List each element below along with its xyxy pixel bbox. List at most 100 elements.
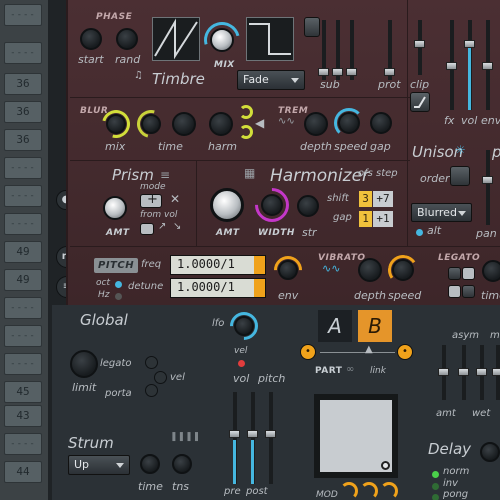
- wave-menu-button[interactable]: [304, 17, 320, 37]
- prism-amt-knob[interactable]: [103, 196, 127, 220]
- harmonizer-amt-knob[interactable]: [210, 188, 244, 222]
- freq-display[interactable]: 1.0000/1: [170, 255, 266, 275]
- vel-led[interactable]: [238, 360, 245, 367]
- prism-mode-add-button[interactable]: +: [140, 192, 162, 208]
- harmonizer-width-knob[interactable]: [261, 194, 283, 216]
- pan-fader[interactable]: [482, 176, 493, 184]
- waveform-b-display[interactable]: [246, 17, 294, 61]
- gap-ofs-value[interactable]: 1: [359, 211, 372, 227]
- trem-speed-knob[interactable]: [338, 112, 360, 134]
- delay-knob[interactable]: [480, 442, 500, 462]
- strip-cell[interactable]: ----: [4, 213, 42, 235]
- legato-mode-button-2[interactable]: [462, 267, 475, 280]
- legato-mode-button-3[interactable]: [448, 285, 461, 298]
- delay-inv-led[interactable]: [432, 483, 439, 490]
- timbre-mode-select[interactable]: Fade: [237, 70, 305, 90]
- strip-cell[interactable]: 43: [4, 405, 42, 427]
- hz-led[interactable]: [115, 293, 122, 300]
- shift-step-value[interactable]: +7: [373, 191, 393, 207]
- pitch-header[interactable]: PITCH: [94, 258, 139, 273]
- shift-ofs-value[interactable]: 3: [359, 191, 372, 207]
- vibrato-speed-knob[interactable]: [392, 259, 414, 281]
- strip-cell[interactable]: ----: [4, 4, 42, 26]
- waveform-a-display[interactable]: [152, 17, 200, 61]
- strip-cell[interactable]: 36: [4, 101, 42, 123]
- mod-knob-3[interactable]: [380, 482, 398, 500]
- phase-start-knob[interactable]: [80, 28, 102, 50]
- alt-led[interactable]: [416, 229, 423, 236]
- strum-time-knob[interactable]: [140, 454, 160, 474]
- vibrato-depth-knob[interactable]: [358, 258, 382, 282]
- strip-cell[interactable]: 49: [4, 269, 42, 291]
- sub-fader-3[interactable]: [346, 68, 357, 76]
- legato-mode-button-4[interactable]: [462, 285, 475, 298]
- strip-cell[interactable]: ----: [4, 325, 42, 347]
- part-a-button[interactable]: A: [318, 310, 352, 342]
- gap-step-value[interactable]: +1: [373, 211, 393, 227]
- legato-toggle[interactable]: [145, 356, 158, 369]
- prism-mode-x-icon[interactable]: ✕: [170, 192, 180, 206]
- fx-fader[interactable]: [446, 62, 457, 70]
- prism-minus-button[interactable]: [140, 223, 154, 235]
- strip-cell[interactable]: ----: [4, 157, 42, 179]
- strip-cell[interactable]: ----: [4, 42, 42, 64]
- xy-pad[interactable]: [314, 394, 398, 478]
- blur-time-knob[interactable]: [141, 114, 161, 134]
- vel-toggle[interactable]: [154, 371, 167, 384]
- global-limit-knob[interactable]: [70, 350, 98, 378]
- sub-fader-2[interactable]: [332, 68, 343, 76]
- prot-fader[interactable]: [384, 68, 395, 76]
- phase-rand-knob[interactable]: [116, 28, 138, 50]
- unison-mode-select[interactable]: Blurred: [411, 203, 472, 222]
- strip-cell[interactable]: ----: [4, 353, 42, 375]
- strip-cell[interactable]: 44: [4, 461, 42, 483]
- pitch-fader[interactable]: [265, 430, 276, 438]
- porta-toggle[interactable]: [145, 384, 158, 397]
- amt-fader-1[interactable]: [438, 368, 449, 376]
- mod-knob-2[interactable]: [360, 482, 378, 500]
- sub-fader-1[interactable]: [318, 68, 329, 76]
- part-slider-handle[interactable]: ▲: [365, 344, 373, 355]
- legato-mode-button-1[interactable]: [448, 267, 461, 280]
- clip-fader[interactable]: [414, 40, 425, 48]
- prism-arrow-down-icon[interactable]: ↘: [173, 221, 181, 232]
- pre-fader[interactable]: [229, 430, 240, 438]
- strip-cell[interactable]: 45: [4, 381, 42, 403]
- part-left-toggle[interactable]: •: [300, 344, 316, 360]
- strip-cell[interactable]: ----: [4, 185, 42, 207]
- m-fader[interactable]: [492, 368, 500, 376]
- oct-led[interactable]: [115, 281, 122, 288]
- strip-cell[interactable]: ----: [4, 433, 42, 455]
- delay-norm-led[interactable]: [432, 471, 439, 478]
- delay-pong-led[interactable]: [432, 494, 439, 500]
- strip-cell[interactable]: ----: [4, 297, 42, 319]
- mod-knob-1[interactable]: [340, 482, 358, 500]
- strum-tns-knob[interactable]: [172, 454, 192, 474]
- link-icon[interactable]: ∞: [346, 364, 354, 375]
- strum-mode-select[interactable]: Up: [68, 455, 130, 475]
- unison-order-button[interactable]: [450, 166, 470, 186]
- lfo-knob[interactable]: [234, 316, 254, 336]
- blur-harm-knob[interactable]: [209, 112, 233, 136]
- detune-display[interactable]: 1.0000/1: [170, 278, 266, 298]
- blur-mix-knob[interactable]: [106, 114, 126, 134]
- amt-fader-2[interactable]: [458, 368, 469, 376]
- strip-cell[interactable]: 49: [4, 241, 42, 263]
- curve-button[interactable]: [410, 92, 430, 112]
- part-b-button[interactable]: B: [358, 310, 392, 342]
- trem-depth-knob[interactable]: [304, 112, 328, 136]
- prism-arrow-up-icon[interactable]: ↗: [158, 221, 166, 232]
- trem-gap-knob[interactable]: [370, 112, 392, 134]
- legato-time-knob[interactable]: [482, 260, 500, 282]
- xy-pad-handle[interactable]: [381, 461, 390, 470]
- blur-time2-knob[interactable]: [172, 112, 196, 136]
- part-right-toggle[interactable]: •: [397, 344, 413, 360]
- wet-fader[interactable]: [476, 368, 487, 376]
- post-fader[interactable]: [247, 430, 258, 438]
- harmonizer-str-knob[interactable]: [297, 195, 319, 217]
- timbre-mix-knob[interactable]: [210, 28, 234, 52]
- strip-cell[interactable]: 36: [4, 129, 42, 151]
- pitch-env-knob[interactable]: [278, 260, 298, 280]
- vol-fader[interactable]: [464, 40, 475, 48]
- strip-cell[interactable]: 36: [4, 73, 42, 95]
